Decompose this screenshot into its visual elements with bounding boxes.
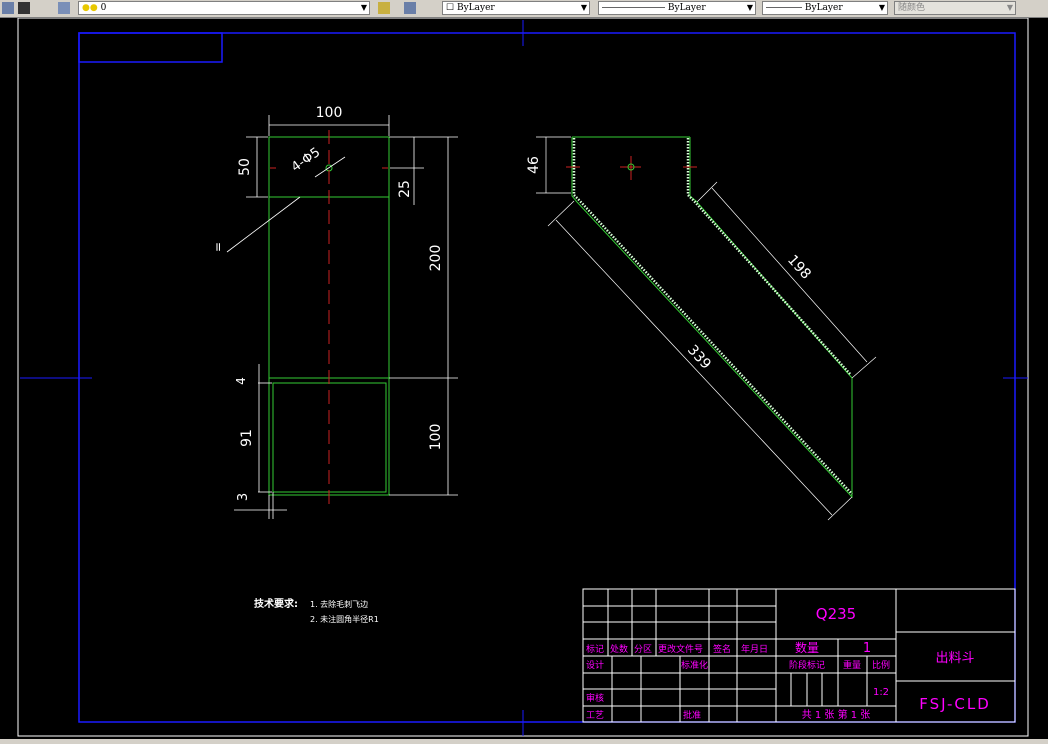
- header-signature: 签名: [713, 643, 731, 655]
- side-view-geometry: [571, 136, 853, 499]
- quantity-label: 数量: [795, 640, 819, 655]
- header-zone: 分区: [634, 644, 652, 655]
- stage-label: 阶段标记: [789, 659, 825, 671]
- lineweight-dropdown[interactable]: ―――― ByLayer ▼: [762, 1, 888, 15]
- dim-gap-top: 4: [234, 377, 248, 385]
- weight-label: 重量: [843, 659, 861, 671]
- dim-inner: 91: [239, 429, 255, 447]
- title-block: 标记 处数 分区 更改文件号 签名 年月日 设计 标准化 审核 工艺 批准 Q2…: [582, 588, 1016, 723]
- dim-gap-bottom: 3: [236, 493, 251, 501]
- plotstyle-dropdown[interactable]: 随颜色 ▼: [894, 1, 1016, 15]
- drawing-canvas[interactable]: 100 50 25 200 100 4 91 3 4-Φ5 = 46 198 3…: [0, 18, 1048, 739]
- sheets: 共 1 张 第 1 张: [802, 708, 871, 721]
- line-sample-icon: ――――: [766, 3, 802, 13]
- header-count: 处数: [610, 643, 628, 655]
- hole-label: 4-Φ5: [289, 145, 323, 175]
- side-view-dimensions: [536, 136, 877, 521]
- layer-previous-icon[interactable]: [18, 2, 30, 14]
- weld-hatch: [572, 138, 853, 495]
- layer-states-icon[interactable]: [2, 2, 14, 14]
- standardize-label: 标准化: [681, 659, 708, 671]
- center-marks: [566, 156, 697, 180]
- design-label: 设计: [586, 659, 604, 671]
- part-name: 出料斗: [935, 651, 974, 666]
- color-swatch-icon: ☐: [446, 3, 455, 13]
- line-sample-icon: ―――――――: [602, 3, 665, 13]
- dim-height: 46: [526, 156, 542, 174]
- chevron-down-icon: ▼: [580, 3, 587, 12]
- color-dropdown[interactable]: ☐ ByLayer ▼: [442, 1, 590, 15]
- layer-dropdown[interactable]: ●● 0 ▼: [78, 1, 370, 15]
- color-value: ByLayer: [456, 3, 495, 13]
- front-view: 100 50 25 200 100 4 91 3 4-Φ5 =: [211, 105, 458, 519]
- header-change-doc: 更改文件号: [658, 643, 703, 655]
- dim-upper: 200: [428, 245, 444, 272]
- front-view-dimensions: [226, 115, 458, 519]
- chevron-down-icon: ▼: [878, 3, 885, 12]
- plotstyle-value: 随颜色: [898, 3, 926, 13]
- process-label: 工艺: [586, 710, 604, 721]
- linetype-dropdown[interactable]: ――――――― ByLayer ▼: [598, 1, 756, 15]
- material: Q235: [816, 605, 856, 623]
- review-label: 审核: [586, 692, 604, 704]
- chevron-down-icon: ▼: [746, 3, 753, 12]
- properties-toolbar: ●● 0 ▼ ☐ ByLayer ▼ ――――――― ByLayer ▼ ―――…: [0, 0, 1048, 18]
- dim-width: 100: [316, 105, 343, 121]
- scale-label: 比例: [872, 659, 890, 671]
- dim-short: 198: [784, 252, 814, 283]
- chevron-down-icon: ▼: [1006, 3, 1013, 12]
- scale-value: 1:2: [873, 687, 889, 698]
- lightbulb-icon: ●●: [82, 3, 98, 13]
- layer-previous-icon[interactable]: [404, 2, 416, 14]
- quantity-value: 1: [863, 641, 871, 656]
- layer-manager-icon[interactable]: [58, 2, 70, 14]
- dim-flange: 50: [237, 158, 253, 176]
- side-view: 46 198 339: [526, 136, 877, 521]
- command-line[interactable]: [0, 739, 1048, 744]
- drawing-number: FSJ-CLD: [919, 695, 991, 713]
- layer-name: 0: [100, 3, 107, 13]
- dim-lower: 100: [428, 424, 444, 451]
- header-mark: 标记: [586, 643, 604, 655]
- approve-label: 批准: [683, 709, 701, 721]
- technical-notes: 技术要求: 1. 去除毛刺飞边 2. 未注圆角半径R1: [254, 597, 379, 624]
- dim-hole-offset: 25: [397, 180, 413, 198]
- dim-long: 339: [684, 342, 714, 373]
- drawing-frame: [17, 18, 1029, 737]
- note-item: 1. 去除毛刺飞边: [310, 599, 368, 609]
- chevron-down-icon: ▼: [360, 3, 367, 12]
- make-current-layer-icon[interactable]: [378, 2, 390, 14]
- lineweight-value: ByLayer: [804, 3, 843, 13]
- linetype-value: ByLayer: [667, 3, 706, 13]
- notes-title: 技术要求:: [254, 597, 298, 610]
- header-date: 年月日: [741, 643, 768, 655]
- leader-mark: =: [211, 242, 225, 252]
- note-item: 2. 未注圆角半径R1: [310, 614, 379, 624]
